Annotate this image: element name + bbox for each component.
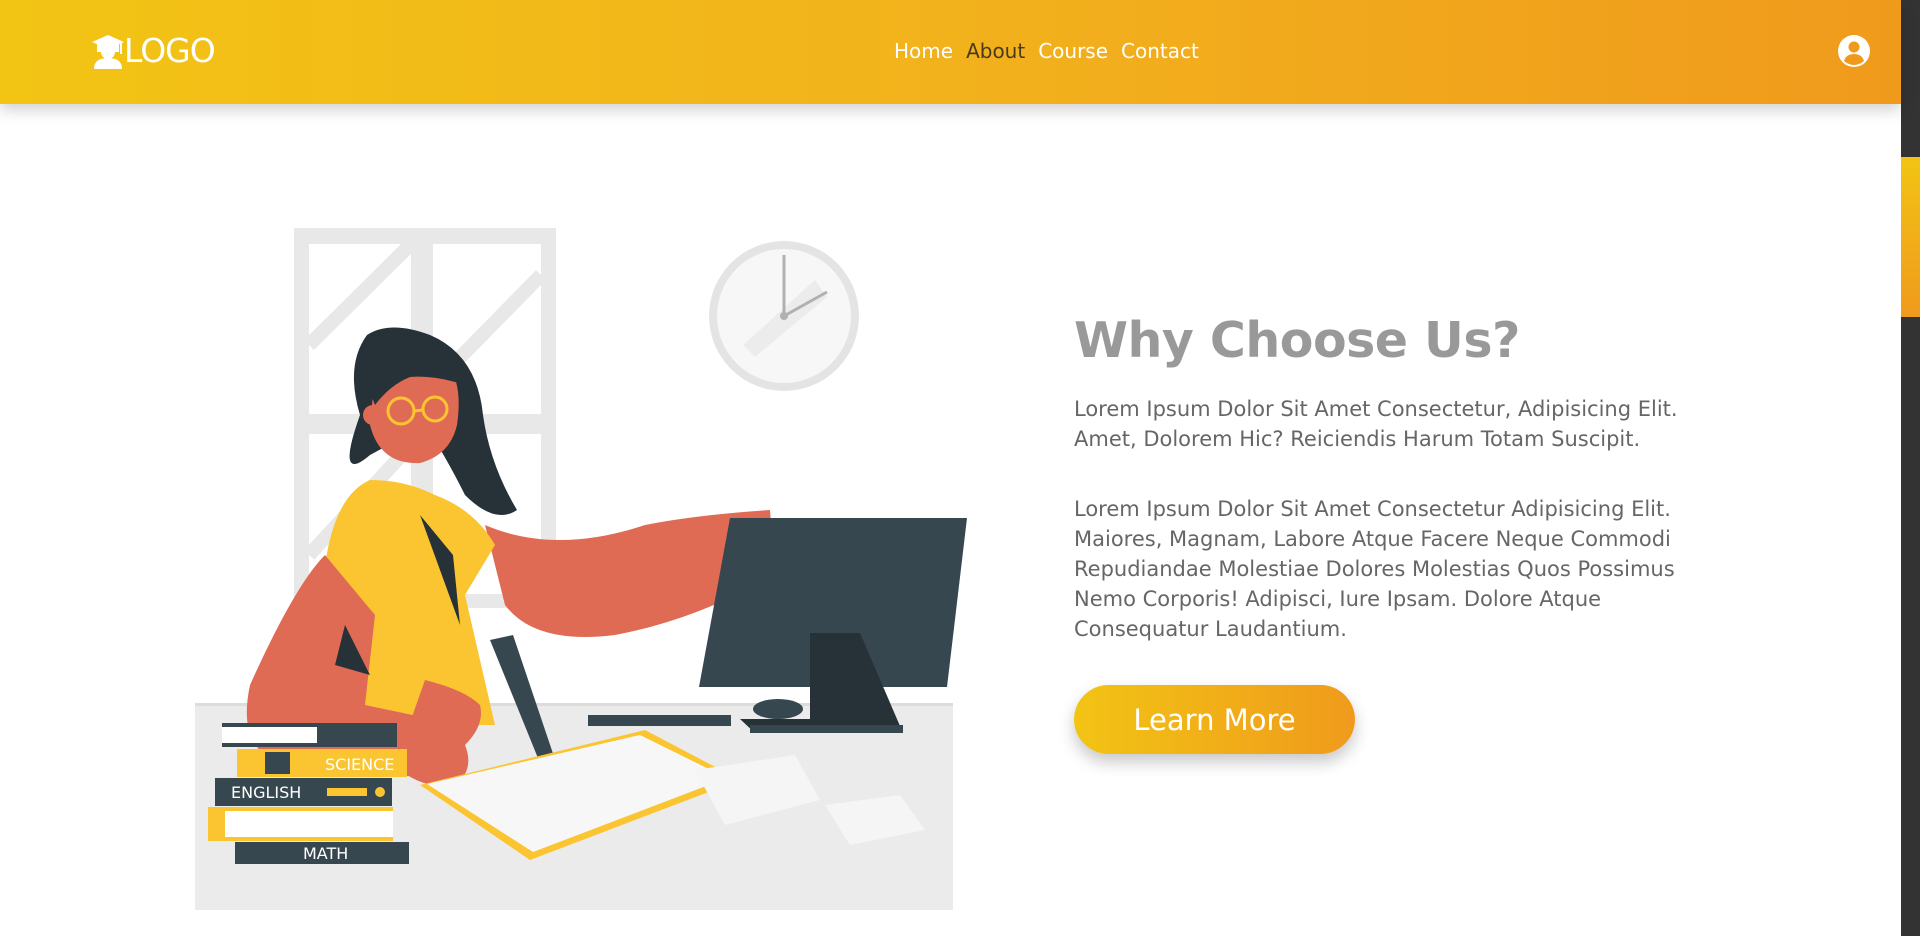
wall-clock <box>709 241 859 391</box>
learn-more-button[interactable]: Learn More <box>1074 685 1355 754</box>
scrollbar-track[interactable] <box>1901 0 1920 936</box>
book-science: SCIENCE <box>325 755 394 774</box>
nav-contact[interactable]: Contact <box>1121 38 1199 64</box>
graduate-icon <box>92 35 124 69</box>
main-nav: Home About Course Contact <box>894 38 1199 64</box>
nav-course[interactable]: Course <box>1038 38 1108 64</box>
logo[interactable]: LOGO <box>92 30 216 72</box>
nav-home[interactable]: Home <box>894 38 953 64</box>
scrollbar-thumb[interactable] <box>1901 157 1920 317</box>
why-choose-us-section: Why Choose Us? Lorem Ipsum Dolor Sit Ame… <box>1074 310 1754 754</box>
section-title: Why Choose Us? <box>1074 312 1520 369</box>
intro-paragraph: Lorem Ipsum Dolor Sit Amet Consectetur, … <box>1074 397 1678 451</box>
user-circle-icon[interactable] <box>1838 35 1870 67</box>
book-english: ENGLISH <box>231 783 301 802</box>
site-header: LOGO Home About Course Contact <box>0 0 1901 104</box>
detail-paragraph: Lorem Ipsum Dolor Sit Amet Consectetur A… <box>1074 497 1675 641</box>
book-math: MATH <box>303 844 348 863</box>
book-stack: SCIENCE ENGLISH MATH <box>208 723 409 864</box>
nav-about[interactable]: About <box>966 38 1025 64</box>
logo-text: LOGO <box>124 31 216 70</box>
student-illustration: SCIENCE ENGLISH MATH <box>195 228 967 910</box>
